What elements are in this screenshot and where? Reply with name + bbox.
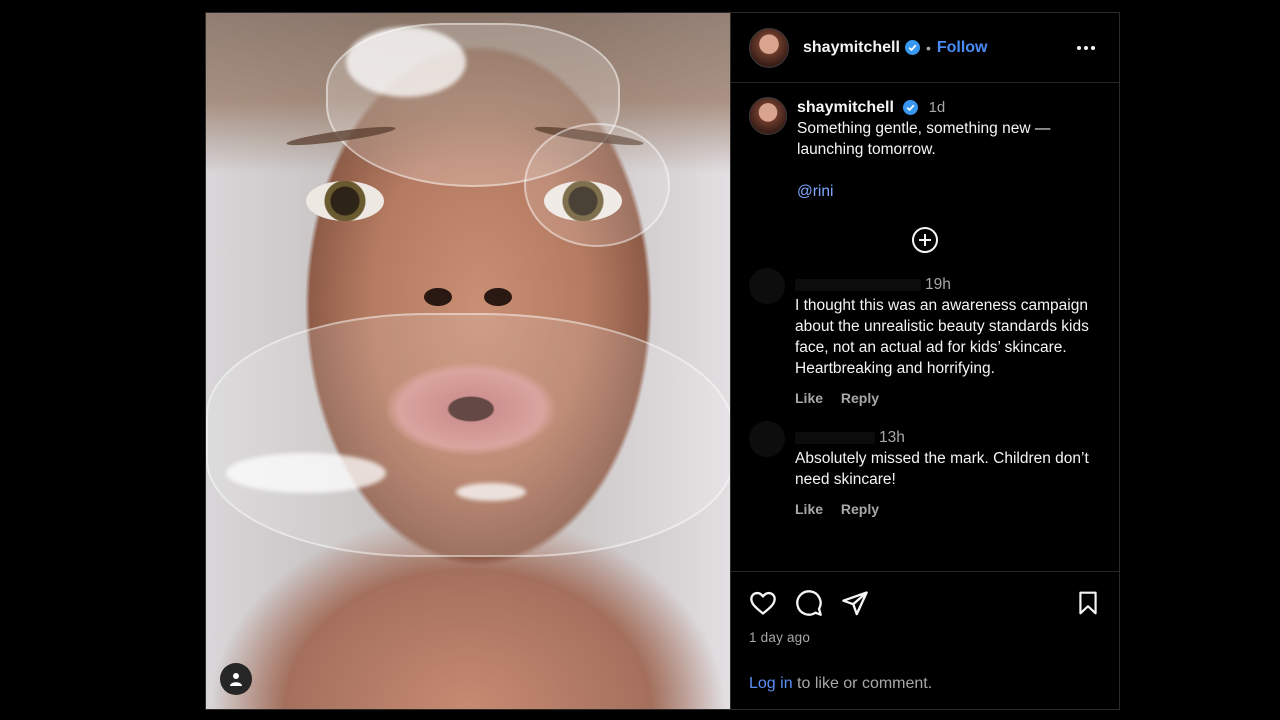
more-options-icon[interactable]	[1073, 40, 1099, 56]
comment-username-redacted[interactable]	[795, 278, 921, 291]
comments-section[interactable]: shaymitchell 1d Something gentle, someth…	[731, 83, 1119, 571]
follow-button[interactable]: Follow	[937, 39, 988, 57]
comment-text: I thought this was an awareness campaign…	[795, 297, 1089, 377]
share-icon[interactable]	[841, 589, 869, 617]
comment-avatar[interactable]	[749, 421, 785, 457]
image-highlight	[456, 483, 526, 501]
post-modal: shaymitchell • Follow shaymitchell 1d So…	[205, 12, 1120, 710]
image-nostril-right	[484, 288, 512, 306]
comment-body: 13h Absolutely missed the mark. Children…	[795, 427, 1090, 520]
post-footer: 1 day ago Log in to like or comment.	[731, 571, 1119, 709]
caption-avatar[interactable]	[749, 97, 787, 135]
caption-body: shaymitchell 1d Something gentle, someth…	[797, 97, 1087, 202]
heart-icon[interactable]	[749, 589, 777, 617]
caption: shaymitchell 1d Something gentle, someth…	[749, 97, 1101, 202]
comment-like-button[interactable]: Like	[795, 390, 823, 406]
author-username[interactable]: shaymitchell	[803, 39, 900, 57]
action-bar	[749, 586, 1101, 620]
caption-text: Something gentle, something new — launch…	[797, 120, 1051, 158]
comment-body: 19h I thought this was an awareness camp…	[795, 274, 1100, 409]
caption-time[interactable]: 1d	[929, 99, 946, 116]
login-prompt: Log in to like or comment.	[749, 675, 1101, 693]
verified-badge-icon	[904, 40, 920, 55]
comment-actions: Like Reply	[795, 388, 1100, 409]
post-sidebar: shaymitchell • Follow shaymitchell 1d So…	[730, 13, 1119, 709]
login-link[interactable]: Log in	[749, 675, 793, 692]
post-image[interactable]	[206, 13, 730, 709]
author-avatar[interactable]	[749, 27, 789, 68]
comment-time[interactable]: 19h	[925, 276, 951, 293]
login-prompt-text: to like or comment.	[792, 675, 933, 692]
image-mask-eye	[524, 123, 670, 247]
comment-time[interactable]: 13h	[879, 429, 905, 446]
post-time[interactable]: 1 day ago	[749, 630, 1101, 645]
comment-reply-button[interactable]: Reply	[841, 501, 879, 517]
comment-like-button[interactable]: Like	[795, 501, 823, 517]
user-tag-icon	[230, 673, 242, 686]
comment-reply-button[interactable]: Reply	[841, 390, 879, 406]
comment-item: 19h I thought this was an awareness camp…	[749, 268, 1101, 409]
load-more-comments	[749, 226, 1101, 254]
comment-actions: Like Reply	[795, 499, 1090, 520]
comment-avatar[interactable]	[749, 268, 785, 304]
comment-text: Absolutely missed the mark. Children don…	[795, 450, 1089, 488]
comment-icon[interactable]	[795, 589, 823, 617]
header-separator: •	[925, 39, 931, 56]
post-header: shaymitchell • Follow	[731, 13, 1119, 83]
image-mask-mouth	[206, 313, 730, 557]
caption-mention-link[interactable]: @rini	[797, 181, 1087, 202]
comment-username-redacted[interactable]	[795, 431, 875, 444]
caption-username[interactable]: shaymitchell	[797, 99, 894, 116]
user-tag-button[interactable]	[220, 663, 252, 695]
image-eye-left	[306, 181, 384, 221]
verified-badge-icon	[903, 100, 919, 116]
image-nostril-left	[424, 288, 452, 306]
load-more-comments-icon[interactable]	[911, 226, 939, 254]
image-highlight	[346, 27, 466, 97]
image-highlight	[226, 453, 386, 493]
bookmark-icon[interactable]	[1075, 589, 1101, 617]
comment-item: 13h Absolutely missed the mark. Children…	[749, 421, 1101, 520]
